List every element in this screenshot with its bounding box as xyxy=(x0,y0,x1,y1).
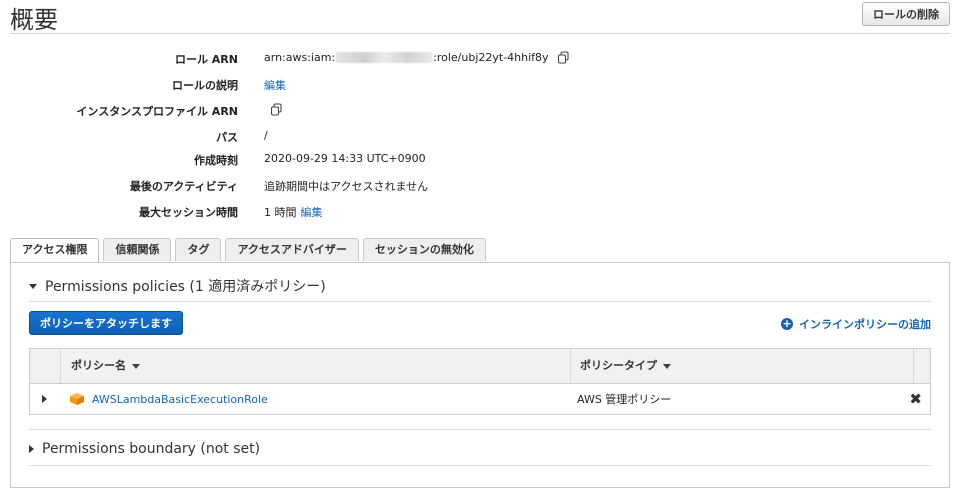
created-label: 作成時刻 xyxy=(194,154,238,167)
permissions-boundary-toggle[interactable]: Permissions boundary (not set) xyxy=(29,441,260,457)
max-session-value: 1 時間 編集 xyxy=(264,204,323,220)
role-description-label: ロールの説明 xyxy=(172,79,238,92)
edit-max-session-link[interactable]: 編集 xyxy=(301,204,323,220)
policy-type-column-header[interactable]: ポリシータイプ xyxy=(571,349,914,383)
summary-row-last-activity: 最後のアクティビティ 追跡期間中はアクセスされません xyxy=(0,178,960,200)
policy-name-cell: AWSLambdaBasicExecutionRole xyxy=(60,393,568,406)
expand-column-header xyxy=(30,349,61,383)
permissions-panel: Permissions policies (1 適用済みポリシー) ポリシーをア… xyxy=(10,262,950,488)
redacted-account-id xyxy=(336,52,433,63)
add-inline-policy-label: インラインポリシーの追加 xyxy=(799,318,931,331)
role-arn-value: arn:aws:iam: :role/ubj22yt-4hhif8y xyxy=(264,51,570,64)
page-title: 概要 xyxy=(10,6,58,34)
copy-icon[interactable] xyxy=(270,103,283,116)
permissions-policies-title: Permissions policies (1 適用済みポリシー) xyxy=(45,279,326,295)
summary-row-description: ロールの説明 編集 xyxy=(0,77,960,99)
permissions-boundary-title: Permissions boundary (not set) xyxy=(42,441,261,457)
last-activity-value: 追跡期間中はアクセスされません xyxy=(264,180,429,193)
last-activity-label: 最後のアクティビティ xyxy=(129,180,238,193)
tab-trust-relationships[interactable]: 信頼関係 xyxy=(103,238,172,261)
package-icon xyxy=(69,393,84,405)
table-header: ポリシー名 ポリシータイプ xyxy=(30,349,930,384)
tab-access-advisor[interactable]: アクセスアドバイザー xyxy=(225,238,359,261)
section-divider xyxy=(29,429,931,430)
max-session-duration: 1 時間 xyxy=(264,206,297,219)
policy-name-column-header[interactable]: ポリシー名 xyxy=(61,349,571,383)
role-arn-suffix: :role/ubj22yt-4hhif8y xyxy=(433,51,549,64)
plus-circle-icon: + xyxy=(781,317,793,330)
tab-permissions[interactable]: アクセス権限 xyxy=(10,238,100,263)
role-description-value: 編集 xyxy=(264,77,286,93)
summary-row-arn: ロール ARN arn:aws:iam: :role/ubj22yt-4hhif… xyxy=(0,51,960,73)
sort-caret-icon xyxy=(663,363,671,369)
instance-profile-value xyxy=(264,103,283,116)
summary-row-created: 作成時刻 2020-09-29 14:33 UTC+0900 xyxy=(0,152,960,174)
path-label: パス xyxy=(216,131,238,144)
edit-description-link[interactable]: 編集 xyxy=(264,77,286,93)
attach-policies-button[interactable]: ポリシーをアタッチします xyxy=(29,311,183,335)
section-divider xyxy=(29,465,931,466)
path-value: / xyxy=(264,129,268,142)
row-expand-toggle[interactable] xyxy=(30,395,60,403)
policy-name-link[interactable]: AWSLambdaBasicExecutionRole xyxy=(92,393,268,406)
summary-row-path: パス / xyxy=(0,129,960,151)
policy-action-cell: ✖ xyxy=(909,391,930,407)
summary-row-instance-profile: インスタンスプロファイル ARN xyxy=(0,103,960,125)
role-arn-prefix: arn:aws:iam: xyxy=(264,51,336,64)
caret-down-icon xyxy=(29,283,37,289)
caret-right-icon xyxy=(29,445,34,453)
close-icon[interactable]: ✖ xyxy=(909,391,922,407)
action-column-header xyxy=(914,349,930,383)
role-arn-label: ロール ARN xyxy=(174,53,238,66)
policy-type-cell: AWS 管理ポリシー xyxy=(577,393,672,406)
add-inline-policy-link[interactable]: + インラインポリシーの追加 xyxy=(781,316,931,332)
tab-revoke-sessions[interactable]: セッションの無効化 xyxy=(362,238,486,261)
delete-role-button[interactable]: ロールの削除 xyxy=(862,2,950,26)
table-row: AWSLambdaBasicExecutionRole AWS 管理ポリシー ✖ xyxy=(30,384,930,414)
policy-name-header-label: ポリシー名 xyxy=(71,359,126,372)
section-divider xyxy=(29,301,931,302)
summary-row-max-session: 最大セッション時間 1 時間 編集 xyxy=(0,204,960,226)
title-divider xyxy=(10,33,950,34)
copy-icon[interactable] xyxy=(557,51,570,64)
policies-table: ポリシー名 ポリシータイプ AWSLambdaBasicExecutionRol… xyxy=(29,348,931,415)
permissions-policies-toggle[interactable]: Permissions policies (1 適用済みポリシー) xyxy=(29,276,326,296)
caret-right-icon xyxy=(42,395,48,403)
created-value: 2020-09-29 14:33 UTC+0900 xyxy=(264,152,426,165)
max-session-label: 最大セッション時間 xyxy=(139,206,238,219)
instance-profile-label: インスタンスプロファイル ARN xyxy=(76,105,238,118)
sort-caret-icon xyxy=(132,363,140,369)
tab-tags[interactable]: タグ xyxy=(175,238,222,261)
role-tabs: アクセス権限 信頼関係 タグ アクセスアドバイザー セッションの無効化 xyxy=(10,238,490,263)
policy-type-header-label: ポリシータイプ xyxy=(580,359,657,372)
